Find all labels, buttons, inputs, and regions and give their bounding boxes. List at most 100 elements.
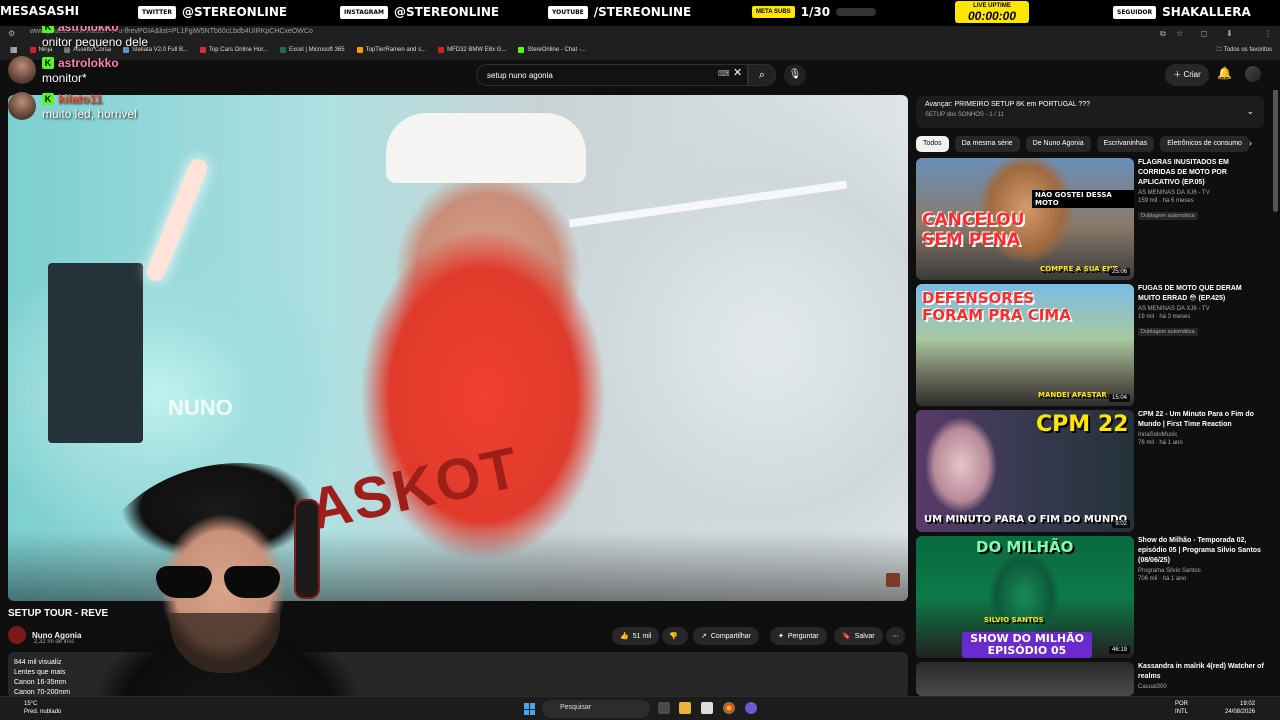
- recommendation-title[interactable]: CPM 22 - Um Minuto Para o Fim do Mundo |…: [1138, 410, 1264, 430]
- store-icon[interactable]: [701, 702, 713, 714]
- taskbar-clock[interactable]: 19:02 24/08/2026: [1225, 700, 1255, 716]
- folder-icon: 🗀: [1216, 47, 1224, 53]
- more-icon: ⋯: [892, 633, 899, 640]
- overlay-twitter: TWITTER @STEREONLINE: [138, 5, 287, 19]
- chip-electronics[interactable]: Eletrônicos de consumo: [1160, 136, 1249, 152]
- bookmark-icon: [438, 46, 445, 53]
- clock-time: 19:02: [1240, 701, 1256, 707]
- all-bookmarks[interactable]: 🗀 Todos os favoritos: [1216, 45, 1272, 55]
- recommendation-title[interactable]: Show do Milhão - Temporada 02, episódio …: [1138, 536, 1264, 566]
- thumbnail-footer: SILVIO SANTOS: [984, 616, 1044, 624]
- save-button[interactable]: 🔖 Salvar: [834, 627, 883, 645]
- recommendation-channel[interactable]: AS MENINAS DA XJ6 - TV: [1138, 306, 1264, 312]
- avatar[interactable]: [1245, 66, 1261, 82]
- profile-icon[interactable]: ◻: [1201, 29, 1208, 38]
- recommendation-channel[interactable]: InnaSoloMusic: [1138, 432, 1264, 438]
- playlist-subtitle: SETUP dos SONHOS - 1 / 11: [925, 112, 1004, 118]
- dislike-button[interactable]: 👎: [662, 627, 688, 645]
- shelf: [568, 180, 848, 228]
- video-thumbnail[interactable]: DO MILHÃO SHOW DO MILHÃO EPISÓDIO 05 SIL…: [916, 536, 1134, 658]
- playlist-panel[interactable]: Avançar: PRIMEIRO SETUP 8K em PORTUGAL ?…: [916, 96, 1264, 128]
- close-icon[interactable]: ✕: [733, 66, 742, 79]
- keyboard-icon[interactable]: ⌨: [718, 69, 730, 78]
- kick-icon: K: [42, 93, 54, 105]
- like-button[interactable]: 👍 51 mil: [612, 627, 660, 645]
- chevron-right-icon[interactable]: ›: [1249, 138, 1252, 148]
- download-icon[interactable]: ⬇: [1226, 29, 1233, 38]
- chat-username: astrolokko: [58, 56, 119, 70]
- star-icon[interactable]: ☆: [1176, 29, 1183, 38]
- windows-taskbar: 15°C Pred. nublado Pesquisar POR INTL 19…: [0, 696, 1280, 720]
- overlay-follower: SEGUIDOR SHAKALLERA: [1113, 5, 1251, 19]
- bookmark-icon: 🔖: [842, 633, 851, 640]
- cap: [386, 113, 586, 183]
- chat-header: Kastrolokko: [42, 56, 228, 70]
- neon-light: [144, 156, 210, 284]
- chat-overlay: Kastrolokko onitor pequeno dele Kastrolo…: [8, 20, 228, 128]
- video-thumbnail[interactable]: CANCELOU SEM PENA NÃO GOSTEI DESSA MOTO …: [916, 158, 1134, 280]
- search-button[interactable]: ⌕: [748, 64, 776, 86]
- taskbar-search[interactable]: Pesquisar: [542, 700, 650, 718]
- ask-button[interactable]: ✦ Perguntar: [770, 627, 827, 645]
- recommendation-title[interactable]: Kassandra in malrik 4(red) Watcher of re…: [1138, 662, 1264, 682]
- chrome-icon[interactable]: [723, 702, 735, 714]
- chip-all[interactable]: Todos: [916, 136, 949, 152]
- recommendation-title[interactable]: FLAGRAS INUSITADOS EM CORRIDAS DE MOTO P…: [1138, 158, 1264, 188]
- channel-watermark-icon[interactable]: [886, 573, 900, 587]
- youtube-tag: YOUTUBE: [548, 5, 588, 19]
- taskbar-search-label: Pesquisar: [560, 704, 592, 711]
- bell-icon[interactable]: 🔔: [1217, 66, 1232, 80]
- recommendation-channel[interactable]: AS MENINAS DA XJ6 - TV: [1138, 190, 1264, 196]
- thumbnail-title: CPM 22: [1036, 412, 1129, 437]
- recommendation-title[interactable]: FUGAS DE MOTO QUE DERAM MUITO ERRAD 😳 (E…: [1138, 284, 1264, 304]
- channel-avatar[interactable]: [8, 626, 26, 644]
- recommendation-meta: 76 mil · há 1 ano: [1138, 440, 1183, 446]
- filter-chips: Todos Da mesma série De Nuno Agonia Escr…: [916, 136, 1249, 152]
- bookmark-7[interactable]: StereOnline - Chat -...: [518, 46, 586, 53]
- video-thumbnail[interactable]: [916, 662, 1134, 696]
- follower-tag: SEGUIDOR: [1113, 5, 1157, 19]
- bookmark-label: TopTierRamen and s...: [365, 46, 427, 53]
- recommendation-channel[interactable]: Casual300: [1138, 684, 1264, 690]
- recommendation-item[interactable]: Kassandra in malrik 4(red) Watcher of re…: [916, 662, 1264, 696]
- task-view-icon[interactable]: [658, 702, 670, 714]
- file-explorer-icon[interactable]: [679, 702, 691, 714]
- twitter-handle: @STEREONLINE: [182, 5, 288, 19]
- recommendation-channel[interactable]: Programa Silvio Santos: [1138, 568, 1264, 574]
- recommendation-item[interactable]: CPM 22 UM MINUTO PARA O FIM DO MUNDO 9:0…: [916, 410, 1264, 532]
- language-primary: POR: [1175, 701, 1189, 707]
- chat-username: kilato11: [58, 92, 103, 106]
- video-thumbnail[interactable]: DEFENSORES FORAM PRA CIMA MANDEI AFASTAR…: [916, 284, 1134, 406]
- menu-icon[interactable]: ⋮: [1264, 29, 1272, 38]
- extension-icon[interactable]: ⧉: [1160, 29, 1166, 39]
- recommendation-info: FUGAS DE MOTO QUE DERAM MUITO ERRAD 😳 (E…: [1138, 284, 1264, 338]
- overlay-left-text: MESASASHI: [0, 4, 80, 18]
- recommendation-item[interactable]: DO MILHÃO SHOW DO MILHÃO EPISÓDIO 05 SIL…: [916, 536, 1264, 658]
- windows-start-icon[interactable]: [524, 703, 536, 715]
- weather-text: Pred. nublado: [24, 709, 62, 715]
- share-button[interactable]: ↗ Compartilhar: [693, 627, 759, 645]
- dubbing-badge: Dublagem automática: [1138, 212, 1198, 220]
- search-input[interactable]: setup nuno agonia: [476, 64, 748, 86]
- chip-same-series[interactable]: Da mesma série: [954, 136, 1020, 152]
- dubbing-badge: Dublagem automática: [1138, 328, 1198, 336]
- language-indicator[interactable]: POR INTL: [1175, 700, 1188, 716]
- avatar: [8, 56, 36, 84]
- chevron-down-icon[interactable]: ⌄: [1246, 106, 1254, 117]
- bookmark-5[interactable]: TopTierRamen and s...: [356, 46, 427, 53]
- recommendation-item[interactable]: CANCELOU SEM PENA NÃO GOSTEI DESSA MOTO …: [916, 158, 1264, 280]
- weather-widget[interactable]: 15°C Pred. nublado: [24, 700, 61, 716]
- chip-channel[interactable]: De Nuno Agonia: [1025, 136, 1091, 152]
- create-button[interactable]: ＋ Criar: [1165, 64, 1209, 86]
- sparkle-icon: ✦: [778, 633, 784, 640]
- discord-icon[interactable]: [745, 702, 757, 714]
- video-thumbnail[interactable]: CPM 22 UM MINUTO PARA O FIM DO MUNDO 9:0…: [916, 410, 1134, 532]
- duration-badge: 46:19: [1108, 646, 1130, 654]
- chip-desks[interactable]: Escrivaninhas: [1096, 136, 1155, 152]
- voice-search-button[interactable]: 🎙: [784, 64, 806, 86]
- recommendation-item[interactable]: DEFENSORES FORAM PRA CIMA MANDEI AFASTAR…: [916, 284, 1264, 406]
- bookmark-6[interactable]: MFD32 BMW E8x G...: [438, 46, 506, 53]
- more-button[interactable]: ⋯: [886, 627, 905, 645]
- follower-name: SHAKALLERA: [1162, 5, 1251, 19]
- bookmark-4[interactable]: Excel | Microsoft 365: [280, 46, 345, 53]
